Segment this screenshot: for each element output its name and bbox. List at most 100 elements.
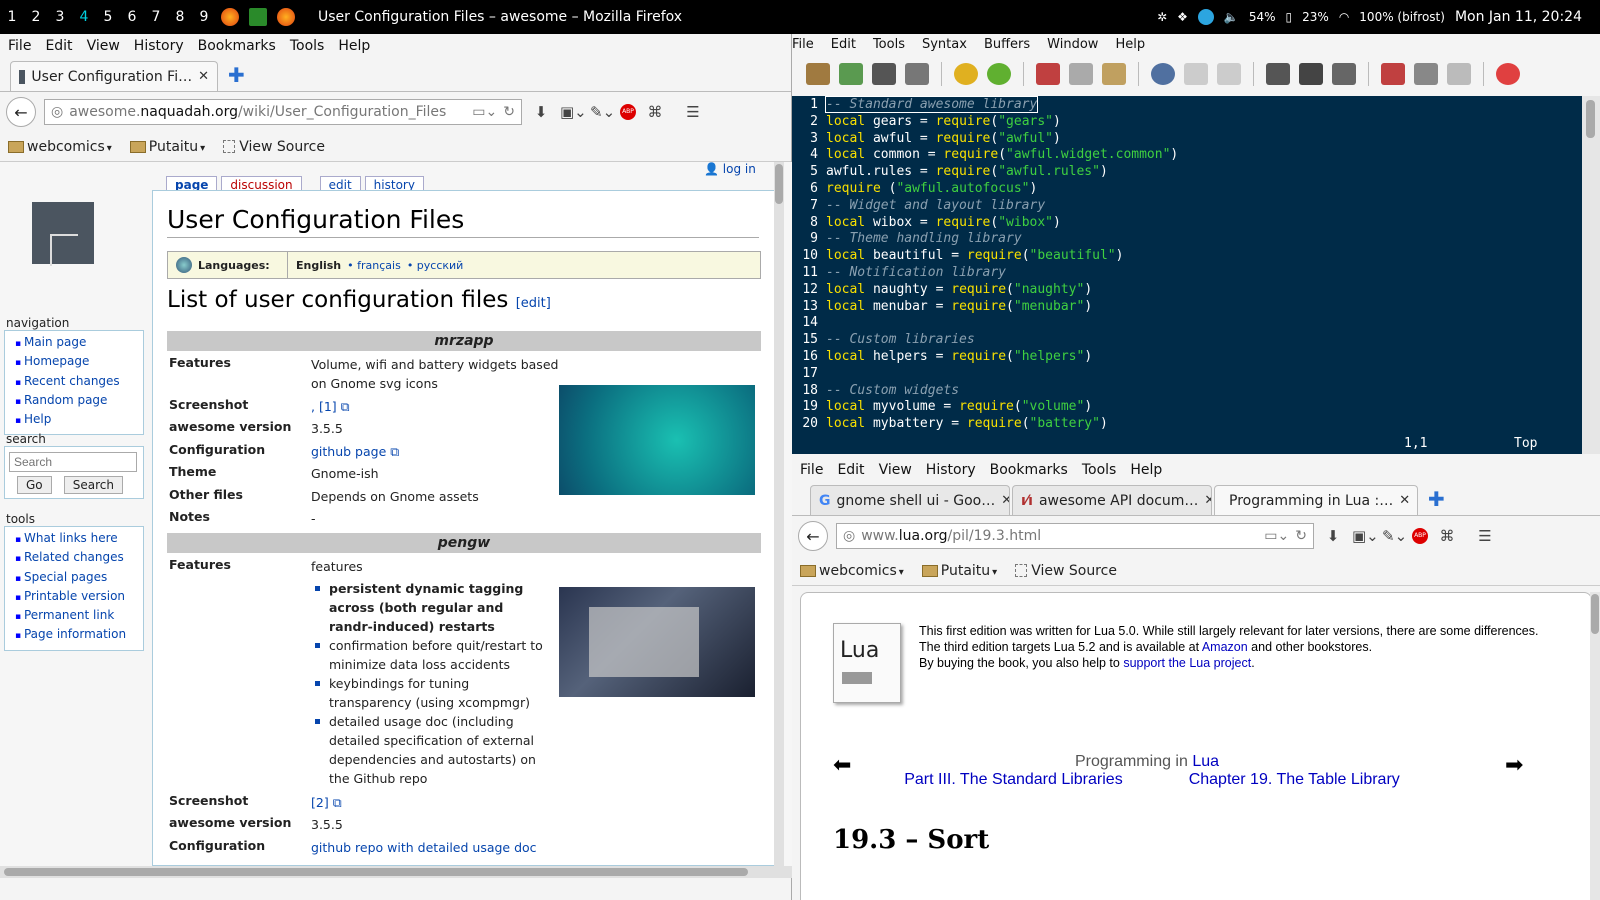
menu-tools[interactable]: Tools	[1082, 462, 1117, 478]
workspace-5[interactable]: 5	[96, 9, 120, 25]
wiki-logo[interactable]	[32, 202, 94, 266]
settings-tray-icon[interactable]: ✲	[1157, 10, 1167, 24]
menu-tools[interactable]: Tools	[290, 38, 325, 54]
cut-icon[interactable]	[1036, 63, 1060, 85]
menu-edit[interactable]: Edit	[831, 37, 856, 52]
extension-icon[interactable]: ✎⌄	[1382, 527, 1407, 545]
menu-help[interactable]: Help	[1115, 37, 1145, 52]
copy-icon[interactable]	[1069, 63, 1093, 85]
close-tab-icon[interactable]: ✕	[1001, 493, 1009, 508]
adblock-icon[interactable]: ABP	[620, 104, 636, 120]
menu-syntax[interactable]: Syntax	[922, 37, 967, 52]
url-bar[interactable]: ◎ www.lua.org/pil/19.3.html ▭⌄ ↻	[836, 523, 1314, 549]
menu-file[interactable]: File	[800, 462, 823, 478]
bookmark-webcomics[interactable]: webcomics ▾	[800, 563, 904, 579]
tab-awesome-api[interactable]: ı⁄ı awesome API docum… ✕	[1012, 485, 1212, 515]
shell-icon[interactable]	[1414, 63, 1438, 85]
workspace-4[interactable]: 4	[72, 9, 96, 25]
download-icon[interactable]: ⬇	[1322, 527, 1344, 545]
vertical-scrollbar-right[interactable]	[1590, 592, 1600, 900]
bookmark-view-source[interactable]: View Source	[223, 139, 325, 155]
find-replace-icon[interactable]	[1151, 63, 1175, 85]
part-link[interactable]: Part III. The Standard Libraries	[904, 771, 1122, 789]
tab-user-config[interactable]: User Configuration Fi… ✕	[10, 61, 218, 91]
rss-icon[interactable]: ⌘	[1436, 527, 1458, 545]
lang-french-link[interactable]: • français	[347, 259, 401, 272]
bookmark-putaitu[interactable]: Putaitu ▾	[129, 139, 205, 155]
telegram-tray-icon[interactable]	[1197, 9, 1214, 25]
url-bar[interactable]: ◎ awesome.naquadah.org/wiki/User_Configu…	[44, 99, 522, 125]
load-session-icon[interactable]	[1266, 63, 1290, 85]
close-tab-icon[interactable]: ✕	[1399, 493, 1410, 508]
volume-icon[interactable]: 🔈	[1224, 10, 1239, 24]
sidebar-item-related-changes[interactable]: Related changes	[15, 549, 139, 568]
amazon-link[interactable]: Amazon	[1202, 640, 1248, 654]
scrollbar-thumb[interactable]	[775, 164, 783, 204]
workspace-1[interactable]: 1	[0, 9, 24, 25]
vim-scrollbar[interactable]	[1582, 96, 1600, 454]
github-page-link[interactable]: github page ⧉	[311, 442, 561, 461]
workspace-8[interactable]: 8	[168, 9, 192, 25]
menu-view[interactable]: View	[87, 38, 120, 54]
workspace-6[interactable]: 6	[120, 9, 144, 25]
search-button[interactable]: Search	[63, 476, 124, 494]
go-button[interactable]: Go	[17, 476, 52, 494]
menu-bookmarks[interactable]: Bookmarks	[198, 38, 276, 54]
edit-section-link[interactable]: [edit]	[516, 296, 551, 311]
menu-edit[interactable]: Edit	[45, 38, 72, 54]
reader-icon[interactable]: ▭⌄	[472, 104, 497, 120]
menu-file[interactable]: File	[792, 37, 814, 52]
bookmark-webcomics[interactable]: webcomics ▾	[8, 139, 112, 155]
screenshot-icon[interactable]: ▣⌄	[560, 103, 587, 121]
sidebar-item-page-information[interactable]: Page information	[15, 626, 139, 645]
gvim-icon[interactable]	[249, 8, 267, 26]
menu-buffers[interactable]: Buffers	[984, 37, 1030, 52]
help-icon[interactable]	[1496, 63, 1520, 85]
save-icon[interactable]	[872, 63, 896, 85]
back-button[interactable]: ←	[798, 521, 828, 551]
tab-programming-lua[interactable]: Programming in Lua :… ✕	[1214, 485, 1418, 515]
sidebar-item-random-page[interactable]: Random page	[15, 392, 139, 411]
menu-help[interactable]: Help	[338, 38, 370, 54]
back-button[interactable]: ←	[6, 97, 36, 127]
reader-icon[interactable]: ▭⌄	[1264, 528, 1289, 544]
horizontal-scrollbar-left[interactable]	[0, 866, 792, 878]
scrollbar-thumb[interactable]	[1586, 100, 1595, 138]
menu-edit[interactable]: Edit	[837, 462, 864, 478]
new-tab-button[interactable]: ✚	[1420, 487, 1453, 515]
chapter-link[interactable]: Chapter 19. The Table Library	[1189, 771, 1400, 789]
reload-icon[interactable]: ↻	[1295, 528, 1307, 544]
menu-window[interactable]: Window	[1047, 37, 1098, 52]
menu-file[interactable]: File	[8, 38, 31, 54]
sidebar-item-homepage[interactable]: Homepage	[15, 353, 139, 372]
bookmark-view-source[interactable]: View Source	[1015, 563, 1117, 579]
hamburger-menu-icon[interactable]: ☰	[682, 103, 704, 121]
screenshot-link[interactable]: , [1] ⧉	[311, 397, 561, 416]
workspace-9[interactable]: 9	[192, 9, 216, 25]
save-session-icon[interactable]	[1299, 63, 1323, 85]
redo-icon[interactable]	[987, 63, 1011, 85]
workspace-3[interactable]: 3	[48, 9, 72, 25]
sidebar-item-what-links-here[interactable]: What links here	[15, 530, 139, 549]
menu-view[interactable]: View	[879, 462, 912, 478]
find-next-icon[interactable]	[1184, 63, 1208, 85]
sidebar-item-main-page[interactable]: Main page	[15, 334, 139, 353]
wiki-search-input[interactable]	[9, 452, 137, 472]
ctags-icon[interactable]	[1447, 63, 1471, 85]
workspace-7[interactable]: 7	[144, 9, 168, 25]
bookmark-putaitu[interactable]: Putaitu ▾	[921, 563, 997, 579]
sidebar-item-permanent-link[interactable]: Permanent link	[15, 607, 139, 626]
screenshot-thumbnail-mrzapp[interactable]	[559, 385, 755, 495]
menu-bookmarks[interactable]: Bookmarks	[990, 462, 1068, 478]
lang-russian-link[interactable]: • русский	[407, 259, 464, 272]
menu-history[interactable]: History	[926, 462, 976, 478]
screenshot-link[interactable]: [2] ⧉	[311, 793, 561, 812]
lua-home-link[interactable]: Lua	[1192, 753, 1219, 770]
open-icon[interactable]	[806, 63, 830, 85]
screenshot-thumbnail-pengw[interactable]	[559, 587, 755, 697]
firefox-icon[interactable]	[221, 8, 239, 26]
dropbox-tray-icon[interactable]: ❖	[1177, 10, 1188, 24]
vertical-scrollbar-left[interactable]	[774, 162, 784, 866]
menu-help[interactable]: Help	[1130, 462, 1162, 478]
sidebar-item-recent-changes[interactable]: Recent changes	[15, 373, 139, 392]
